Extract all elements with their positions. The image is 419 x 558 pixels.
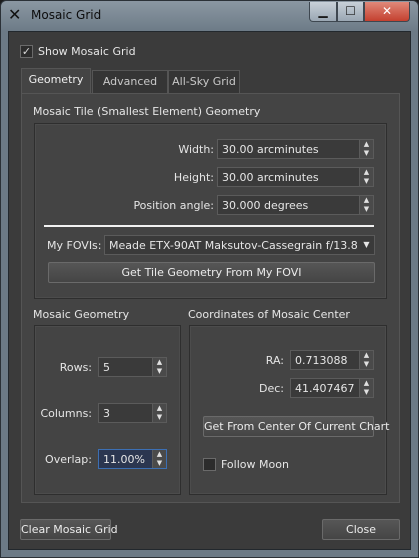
up-arrow-icon[interactable]: ▲ — [364, 379, 369, 387]
columns-label: Columns: — [40, 407, 92, 420]
rows-spin-arrows[interactable]: ▲ ▼ — [152, 358, 166, 376]
width-label: Width: — [170, 143, 214, 156]
columns-value: 3 — [103, 407, 110, 420]
minimize-button[interactable]: ▁ — [309, 2, 337, 22]
columns-spin-arrows[interactable]: ▲ ▼ — [152, 404, 166, 422]
ra-spinbox[interactable]: 0.713088 ▲ ▼ — [290, 350, 374, 370]
overlap-value: 11.00% — [103, 453, 145, 466]
height-value: 30.00 arcminutes — [222, 171, 319, 184]
overlap-spin-arrows[interactable]: ▲ ▼ — [152, 450, 166, 468]
x-icon: ✕ — [8, 5, 22, 24]
dec-spinbox[interactable]: 41.407467 ▲ ▼ — [290, 378, 374, 398]
show-mosaic-grid-label[interactable]: Show Mosaic Grid — [38, 45, 136, 58]
separator-line — [44, 225, 374, 227]
get-tile-geometry-button[interactable]: Get Tile Geometry From My FOVI — [48, 262, 375, 283]
mosaic-grid-window: ✕ Mosaic Grid ▁ ☐ ✕ ✓ Show Mosaic Grid G… — [0, 0, 419, 558]
ra-label: RA: — [265, 354, 284, 367]
down-arrow-icon[interactable]: ▼ — [157, 413, 162, 421]
up-arrow-icon[interactable]: ▲ — [364, 196, 369, 204]
tab-all-sky-grid[interactable]: All-Sky Grid — [168, 70, 240, 93]
up-arrow-icon[interactable]: ▲ — [364, 168, 369, 176]
down-arrow-icon[interactable]: ▼ — [364, 205, 369, 213]
tab-advanced[interactable]: Advanced — [92, 70, 168, 93]
up-arrow-icon[interactable]: ▲ — [364, 351, 369, 359]
height-spin-arrows[interactable]: ▲ ▼ — [359, 168, 373, 186]
dialog-body: ✓ Show Mosaic Grid Geometry Advanced All… — [8, 31, 411, 550]
columns-spinbox[interactable]: 3 ▲ ▼ — [98, 403, 167, 423]
width-value: 30.00 arcminutes — [222, 143, 319, 156]
position-angle-value: 30.000 degrees — [222, 199, 309, 212]
rows-spinbox[interactable]: 5 ▲ ▼ — [98, 357, 167, 377]
up-arrow-icon[interactable]: ▲ — [157, 450, 162, 458]
position-angle-spinbox[interactable]: 30.000 degrees ▲ ▼ — [217, 195, 374, 215]
window-title: Mosaic Grid — [31, 8, 102, 22]
up-arrow-icon[interactable]: ▲ — [157, 404, 162, 412]
position-angle-label-text: Position angle: — [133, 199, 214, 212]
dec-value: 41.407467 — [295, 382, 355, 395]
my-fovis-dropdown[interactable]: Meade ETX-90AT Maksutov-Cassegrain f/13.… — [104, 235, 375, 255]
down-arrow-icon[interactable]: ▼ — [364, 360, 369, 368]
geometry-tab-pane: Mosaic Tile (Smallest Element) Geometry … — [21, 93, 400, 503]
overlap-label: Overlap: — [45, 453, 92, 466]
position-angle-label: Position angle: — [126, 199, 214, 212]
down-arrow-icon[interactable]: ▼ — [364, 388, 369, 396]
tab-geometry[interactable]: Geometry — [21, 68, 91, 94]
rows-label: Rows: — [59, 361, 92, 374]
center-coords-title: Coordinates of Mosaic Center — [188, 308, 350, 321]
mosaic-geometry-title: Mosaic Geometry — [33, 308, 130, 321]
width-spin-arrows[interactable]: ▲ ▼ — [359, 140, 373, 158]
close-button[interactable]: Close — [322, 519, 400, 540]
down-arrow-icon[interactable]: ▼ — [364, 177, 369, 185]
get-from-center-button[interactable]: Get From Center Of Current Chart — [203, 416, 389, 437]
my-fovis-value: Meade ETX-90AT Maksutov-Cassegrain f/13.… — [109, 239, 374, 252]
rows-value: 5 — [103, 361, 110, 374]
chevron-down-icon[interactable]: ▼ — [359, 236, 374, 254]
ra-value: 0.713088 — [295, 354, 348, 367]
overlap-spinbox[interactable]: 11.00% ▲ ▼ — [98, 449, 167, 469]
height-label: Height: — [170, 171, 214, 184]
width-spinbox[interactable]: 30.00 arcminutes ▲ ▼ — [217, 139, 374, 159]
down-arrow-icon[interactable]: ▼ — [157, 367, 162, 375]
up-arrow-icon[interactable]: ▲ — [157, 358, 162, 366]
follow-moon-checkbox[interactable] — [203, 458, 216, 471]
dec-label: Dec: — [259, 382, 284, 395]
height-spinbox[interactable]: 30.00 arcminutes ▲ ▼ — [217, 167, 374, 187]
maximize-button[interactable]: ☐ — [337, 2, 364, 22]
down-arrow-icon[interactable]: ▼ — [364, 149, 369, 157]
ra-spin-arrows[interactable]: ▲ ▼ — [359, 351, 373, 369]
width-label-text: Width: — [178, 143, 214, 156]
down-arrow-icon[interactable]: ▼ — [157, 459, 162, 467]
position-angle-spin-arrows[interactable]: ▲ ▼ — [359, 196, 373, 214]
title-bar[interactable]: ✕ Mosaic Grid ▁ ☐ ✕ — [1, 1, 418, 31]
close-window-button[interactable]: ✕ — [364, 2, 410, 22]
height-label-text: Height: — [173, 171, 214, 184]
follow-moon-label[interactable]: Follow Moon — [221, 458, 289, 471]
up-arrow-icon[interactable]: ▲ — [364, 140, 369, 148]
show-mosaic-grid-checkbox[interactable]: ✓ — [20, 45, 33, 58]
tile-geometry-title: Mosaic Tile (Smallest Element) Geometry — [33, 105, 261, 118]
clear-mosaic-grid-button[interactable]: Clear Mosaic Grid — [20, 519, 118, 540]
dec-spin-arrows[interactable]: ▲ ▼ — [359, 379, 373, 397]
my-fovis-label: My FOVIs: — [47, 239, 102, 252]
